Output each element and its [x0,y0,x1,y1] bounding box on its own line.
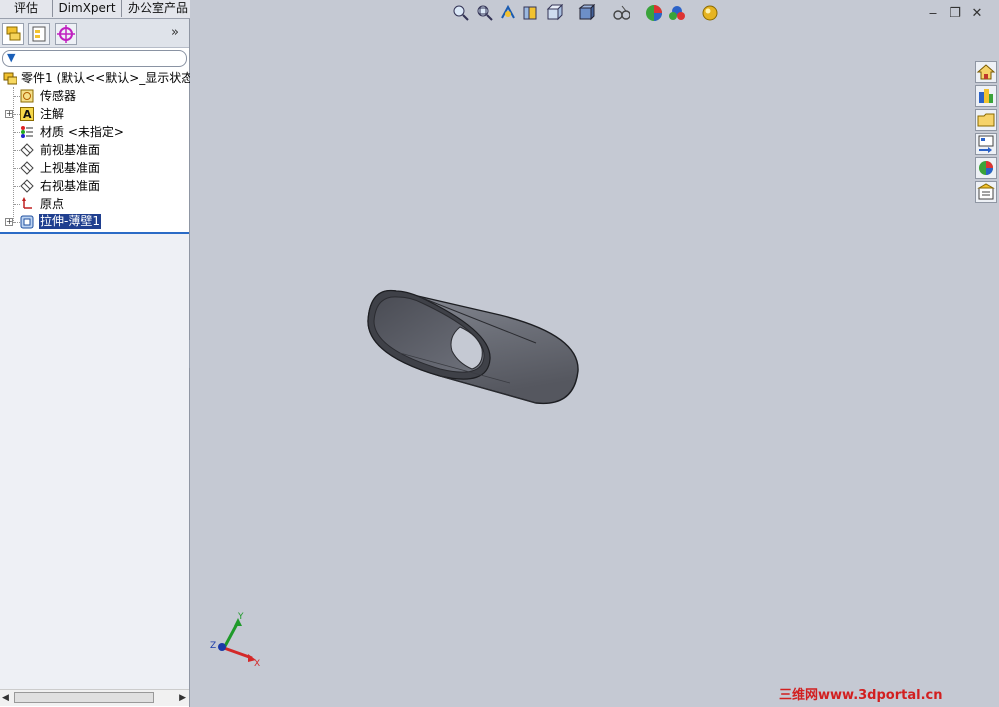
tree-item-front-plane[interactable]: 前视基准面 [0,141,189,159]
zoom-to-fit-icon[interactable] [452,4,470,22]
tree-item-sensors[interactable]: 传感器 [0,87,189,105]
triad-y-label: Y [237,612,244,622]
config-manager-tab[interactable] [55,23,77,45]
scroll-thumb[interactable] [14,692,154,703]
design-library-icon [979,89,993,103]
task-pane-design-library[interactable] [975,85,997,107]
expand-panel-button[interactable]: » [171,25,179,40]
command-manager-tabs: 评估 DimXpert 办公室产品 [0,0,196,19]
plane-icon [20,161,34,175]
tree-item-extrude-thin[interactable]: + 拉伸-薄壁1 [0,213,189,231]
scroll-right-icon[interactable]: ▶ [179,693,186,703]
home-icon [976,64,996,80]
tab-office-products[interactable]: 办公室产品 [122,0,195,17]
property-icon [32,26,46,42]
window-controls: ‒ ❐ ✕ [925,6,989,22]
tree-filter-input[interactable]: ▼ [2,50,187,67]
expand-toggle[interactable]: + [5,110,13,118]
origin-icon [22,197,32,209]
tree-item-right-plane[interactable]: 右视基准面 [0,177,189,195]
graphics-area[interactable]: ‒ ❐ ✕ Y X Z [190,0,999,707]
view-orientation-icon[interactable] [546,4,564,22]
custom-properties-icon [977,183,995,200]
triad-z-label: Z [210,641,216,651]
task-pane-home[interactable] [975,61,997,83]
folder-icon [977,113,995,127]
task-pane-appearances[interactable] [975,157,997,179]
plane-icon [20,143,34,157]
horizontal-scrollbar[interactable]: ◀ ▶ [0,689,189,706]
material-icon [21,126,33,138]
plane-icon [20,179,34,193]
3d-model-tube[interactable] [360,283,585,413]
display-style-icon[interactable] [578,4,596,22]
close-icon[interactable]: ✕ [969,6,985,21]
filter-icon: ▼ [7,51,16,64]
appearances-icon [979,161,993,175]
scroll-left-icon[interactable]: ◀ [2,693,9,703]
feature-tree-icon [6,26,21,41]
view-palette-icon [978,135,994,153]
svg-text:A: A [23,108,32,121]
tree-item-origin[interactable]: 原点 [0,195,189,213]
apply-scene-icon[interactable] [668,4,686,22]
crosshair-icon [57,25,75,43]
watermark-text: 三维网www.3dportal.cn [779,688,943,703]
tab-evaluate[interactable]: 评估 [0,0,53,17]
part-icon [3,72,17,85]
view-settings-icon[interactable] [701,4,719,22]
section-view-icon[interactable] [522,4,540,22]
tree-item-annotations[interactable]: + A 注解 [0,105,189,123]
triad-x-label: X [254,659,260,669]
feature-manager-tab[interactable] [2,23,24,45]
tree-item-top-plane[interactable]: 上视基准面 [0,159,189,177]
feature-manager-panel: » ▼ 零件1 (默认<<默认>_显示状态 传感器 + A 注解 材质 <未指定… [0,19,194,707]
tree-item-material[interactable]: 材质 <未指定> [0,123,189,141]
minimize-icon[interactable]: ‒ [925,6,941,21]
selected-label: 拉伸-薄壁1 [39,214,101,229]
expand-toggle[interactable]: + [5,218,13,226]
edit-appearance-icon[interactable] [645,4,663,22]
reference-triad: Y X Z [210,612,260,669]
task-pane-view-palette[interactable] [975,133,997,155]
property-manager-tab[interactable] [28,23,50,45]
panel-tab-bar: » [0,19,189,48]
sensor-icon [20,89,34,103]
annotation-icon: A [20,107,34,121]
task-pane-custom-properties[interactable] [975,181,997,203]
restore-icon[interactable]: ❐ [947,6,963,21]
hide-show-items-icon[interactable] [612,4,630,22]
tree-root-label: 零件1 (默认<<默认>_显示状态 [21,71,194,85]
zoom-area-icon[interactable] [476,4,494,22]
panel-empty-area [0,234,189,689]
task-pane-file-explorer[interactable] [975,109,997,131]
extrude-icon [20,215,34,229]
previous-view-icon[interactable] [499,4,517,22]
tab-dimxpert[interactable]: DimXpert [53,0,122,17]
